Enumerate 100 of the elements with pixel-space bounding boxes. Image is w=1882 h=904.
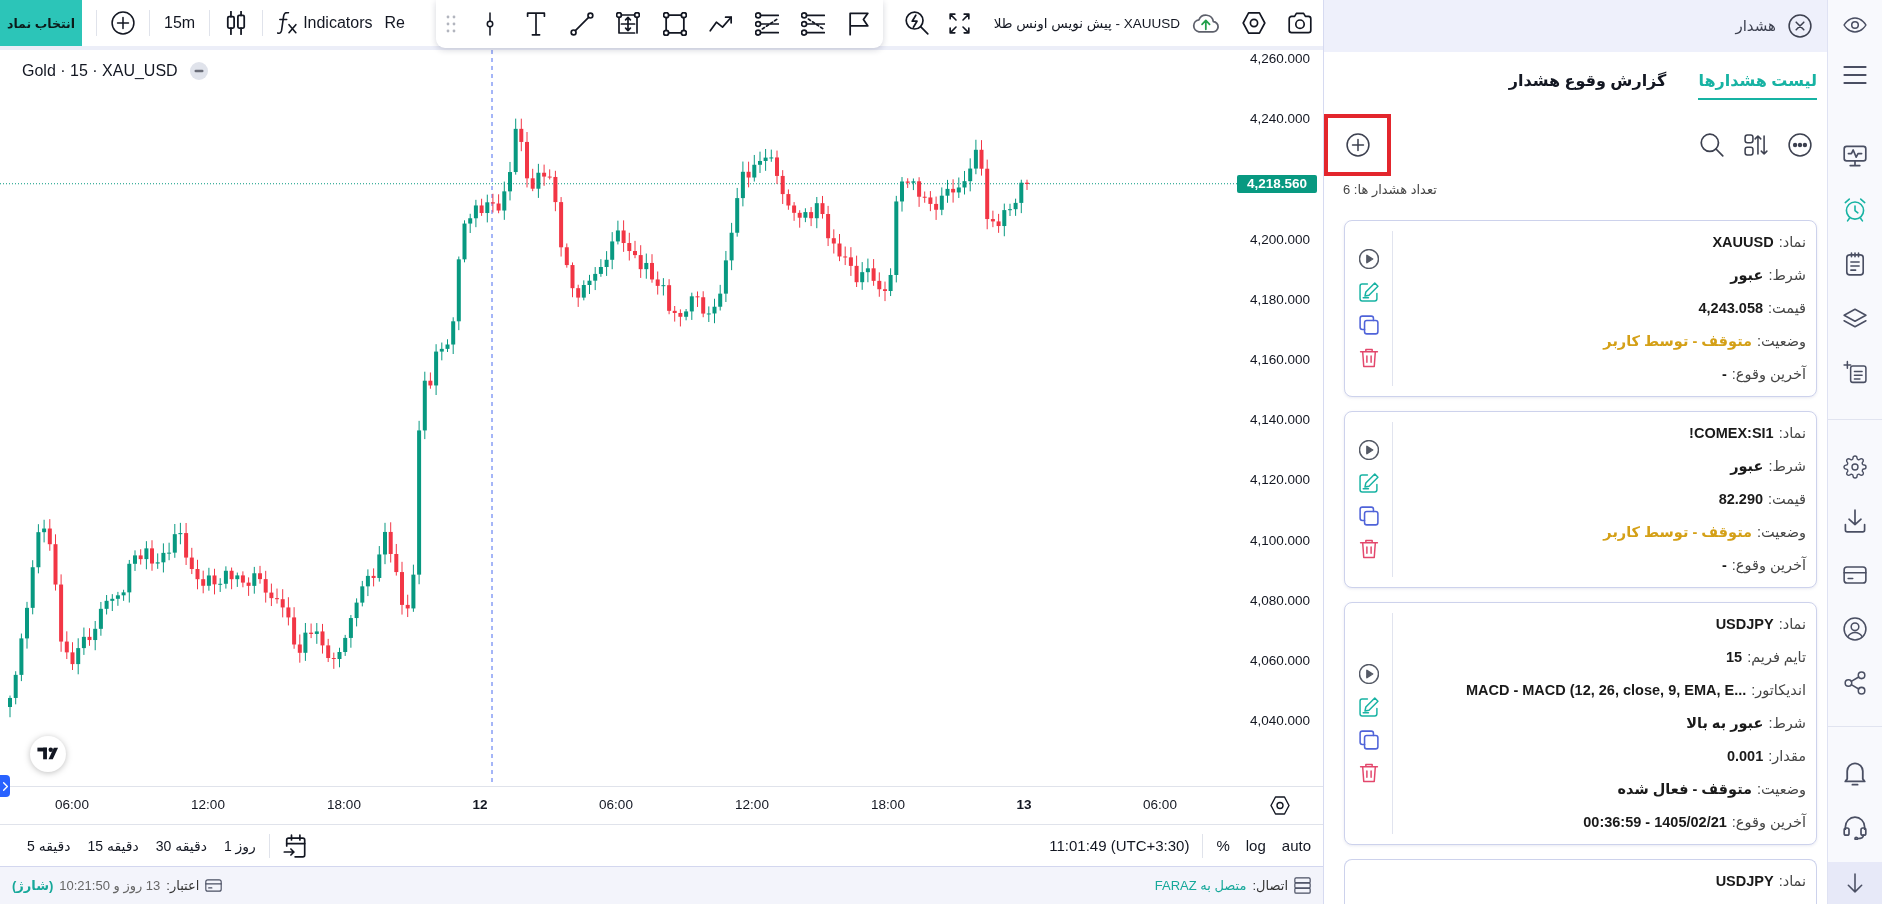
edit-icon[interactable] (1358, 473, 1379, 493)
time-label: 06:00 (599, 797, 633, 813)
field-value: 82.290 (1718, 490, 1764, 507)
symbol-search-button[interactable]: انتخاب نماد (0, 0, 82, 46)
edit-icon[interactable] (1358, 282, 1379, 302)
more-icon[interactable] (1788, 133, 1812, 157)
range-button[interactable]: 15 دقیقه (87, 837, 139, 854)
interval-button[interactable]: 15m (164, 14, 196, 32)
clock-text: 11:01:49 (UTC+3:30) (1049, 837, 1190, 854)
price-label: 4,100.000 (1249, 532, 1310, 549)
fullscreen-icon[interactable] (948, 12, 970, 34)
parallel-lines-icon[interactable] (800, 12, 825, 36)
field-value: 1405/02/21 - 00:36:59 (1583, 813, 1727, 830)
time-label: 06:00 (1143, 797, 1177, 813)
plus-circle-icon[interactable] (111, 11, 135, 35)
field-value: USDJPY (1715, 872, 1774, 889)
field-label: وضعیت: (1757, 523, 1806, 540)
rectangle-tool-icon[interactable] (662, 12, 687, 36)
field-value: عبور (1730, 266, 1764, 283)
card-icon[interactable] (1843, 563, 1867, 587)
indicators-button[interactable]: Indicators (277, 12, 373, 34)
settings-icon[interactable] (1843, 455, 1867, 479)
headset-icon[interactable] (1843, 816, 1867, 840)
field-label: تایم فریم: (1747, 648, 1806, 665)
panel-title: هشدار (1735, 17, 1776, 35)
range-button[interactable]: 30 دقیقه (155, 837, 207, 854)
range-button[interactable]: 1 روز (223, 837, 256, 854)
price-label: 4,260.000 (1249, 51, 1310, 67)
field-value: 0.001 (1726, 747, 1764, 764)
credit-value: 13 روز و 10:21:50 (59, 878, 161, 893)
drag-handle-icon[interactable] (446, 15, 456, 33)
calendar-arrow-icon[interactable] (282, 833, 306, 858)
share-icon[interactable] (1843, 671, 1867, 695)
price-label: 4,060.000 (1249, 653, 1310, 669)
connection-status: متصل به FARAZ (1154, 878, 1247, 893)
play-icon[interactable] (1358, 664, 1379, 684)
copy-icon[interactable] (1358, 506, 1379, 526)
play-icon[interactable] (1358, 249, 1379, 269)
trash-icon[interactable] (1358, 763, 1379, 783)
field-label: شرط: (1768, 457, 1806, 474)
scale-button[interactable]: % (1216, 837, 1230, 854)
close-icon[interactable] (1788, 14, 1812, 38)
menu-icon[interactable] (1843, 63, 1867, 87)
trash-icon[interactable] (1358, 539, 1379, 559)
level-lines-icon[interactable] (754, 12, 779, 36)
credit-label: اعتبار: (166, 878, 200, 893)
field-value: - (1721, 556, 1727, 573)
arrow-down-icon (1847, 873, 1863, 893)
field-label: آخرین وقوع: (1731, 365, 1806, 382)
scale-button[interactable]: log (1245, 837, 1266, 854)
field-label: قیمت: (1768, 490, 1806, 507)
alert-count: تعداد هشدار ها: 6 (1343, 182, 1437, 198)
layers-icon[interactable] (1843, 306, 1867, 330)
download-icon[interactable] (1843, 509, 1867, 533)
scroll-down-button[interactable] (1828, 862, 1882, 904)
copy-icon[interactable] (1358, 730, 1379, 750)
copy-icon[interactable] (1358, 315, 1379, 335)
time-label: 12:00 (191, 797, 225, 813)
chart-title: XAUUSD - پیش نویس اونس طلا (993, 15, 1180, 31)
connection-label: اتصال: (1252, 878, 1288, 893)
edit-icon[interactable] (1358, 697, 1379, 717)
sort-icon[interactable] (1744, 133, 1768, 157)
user-circle-icon[interactable] (1843, 617, 1867, 641)
price-label: 4,240.000 (1249, 111, 1310, 128)
cloud-upload-icon[interactable] (1192, 11, 1219, 35)
minus-circle-icon[interactable] (189, 62, 208, 80)
field-value: متوقف - فعال شده (1617, 780, 1753, 797)
plus-circle-icon[interactable] (1345, 133, 1370, 157)
toolbar-button[interactable]: Re (384, 14, 405, 32)
price-label: 4,200.000 (1249, 231, 1310, 248)
hexagon-icon[interactable] (1242, 11, 1266, 35)
price-label: 4,180.000 (1249, 291, 1310, 308)
trend-line-icon[interactable] (570, 12, 595, 36)
expand-handle[interactable] (0, 775, 10, 797)
notepad-icon[interactable] (1843, 252, 1867, 276)
field-value: عبور به بالا (1686, 714, 1764, 731)
symbol-legend: Gold · 15 · XAU_USD (22, 62, 178, 80)
flag-icon[interactable] (847, 12, 871, 36)
function-icon (277, 12, 298, 34)
card-icon (205, 877, 223, 894)
tab[interactable]: گزارش وقوع هشدار (1508, 71, 1667, 100)
field-label: نماد: (1778, 615, 1806, 632)
play-icon[interactable] (1358, 440, 1379, 460)
scale-button[interactable]: auto (1281, 837, 1311, 854)
field-value: 4,243.058 (1698, 299, 1764, 316)
field-label: نماد: (1778, 233, 1806, 250)
field-value: USDJPY (1715, 615, 1774, 632)
bell-icon[interactable] (1843, 762, 1867, 786)
hexagon-icon[interactable] (1270, 796, 1290, 815)
add-list-icon[interactable] (1843, 360, 1867, 384)
bolt-magnifier-icon[interactable] (904, 11, 929, 35)
trash-icon[interactable] (1358, 348, 1379, 368)
field-value: XAUUSD (1712, 233, 1774, 250)
monitor-pulse-icon[interactable] (1843, 144, 1867, 168)
cross-box-icon[interactable] (616, 12, 641, 36)
field-label: اندیکاتور: (1751, 681, 1806, 698)
camera-icon[interactable] (1288, 11, 1312, 35)
range-button[interactable]: 5 دقیقه (27, 837, 71, 854)
price-label: 4,080.000 (1249, 592, 1310, 609)
search-icon[interactable] (1700, 133, 1724, 157)
